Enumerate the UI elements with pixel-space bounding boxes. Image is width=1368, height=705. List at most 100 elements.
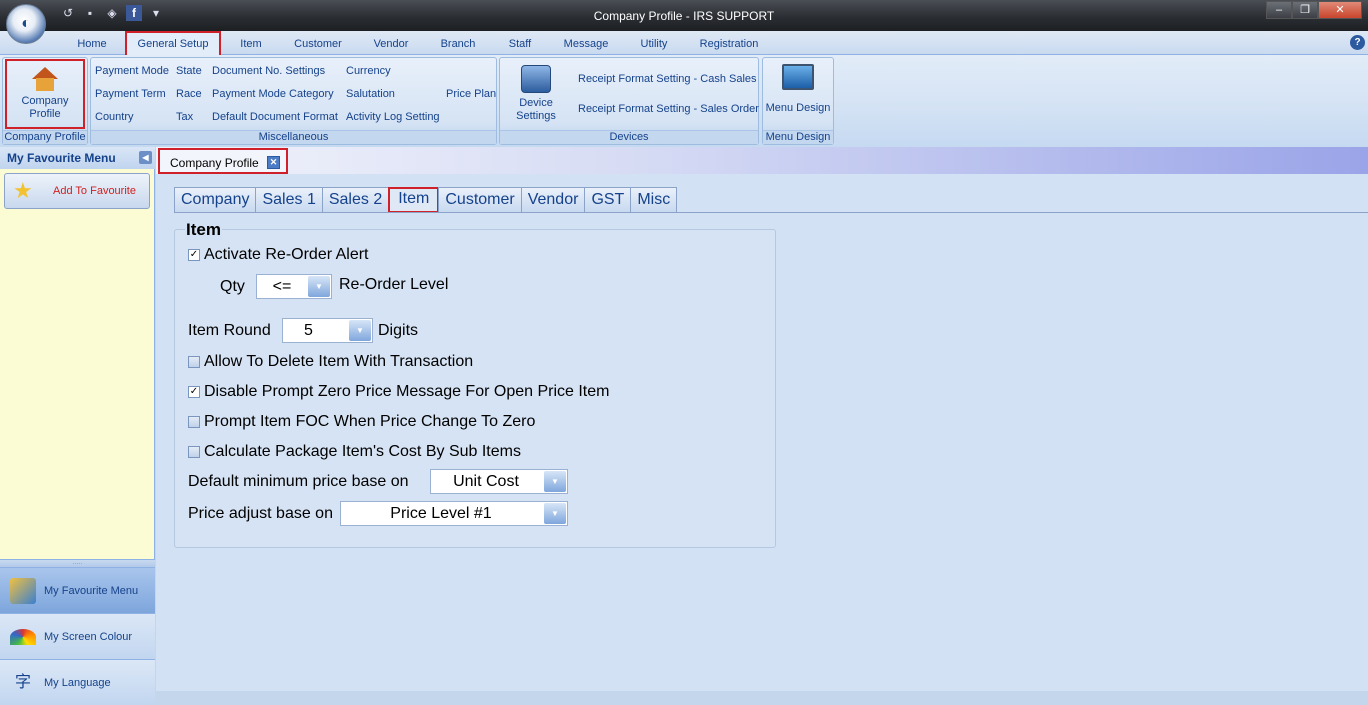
prompt-foc-row: Prompt Item FOC When Price Change To Zer… — [188, 413, 535, 431]
reorder-alert-checkbox[interactable]: ✓ — [188, 249, 200, 261]
tab-staff[interactable]: Staff — [500, 35, 540, 55]
item-round-value: 5 — [304, 322, 313, 339]
default-min-price-select[interactable]: Unit Cost ▼ — [430, 469, 568, 494]
group-label-menu-design: Menu Design — [763, 130, 833, 144]
qty-operator-select[interactable]: <= ▼ — [256, 274, 332, 299]
tab-home[interactable]: Home — [70, 35, 114, 55]
tab-divider — [174, 212, 1368, 213]
price-adjust-select[interactable]: Price Level #1 ▼ — [340, 501, 568, 526]
restore-button[interactable]: ❐ — [1292, 1, 1318, 19]
tab-item-settings[interactable]: Item — [388, 187, 440, 213]
tab-branch[interactable]: Branch — [433, 35, 483, 55]
default-min-price-label: Default minimum price base on — [188, 473, 409, 490]
receipt-format-sales-order-button[interactable]: Receipt Format Setting - Sales Order — [578, 103, 759, 115]
title-bar: ↺ ▪ ◈ f ▾ Company Profile - IRS SUPPORT … — [0, 0, 1368, 31]
tab-utility[interactable]: Utility — [632, 35, 676, 55]
company-profile-button[interactable]: Company Profile — [5, 59, 85, 129]
tab-misc[interactable]: Misc — [630, 187, 678, 213]
left-nav: ..... My Favourite Menu My Screen Colour… — [0, 559, 155, 705]
minimize-button[interactable]: – — [1266, 1, 1292, 19]
tab-company[interactable]: Company — [174, 187, 257, 213]
favourite-menu-icon — [10, 577, 36, 604]
item-panel-title: Item — [185, 220, 222, 240]
chevron-down-icon[interactable]: ▼ — [308, 276, 330, 297]
qty-label: Qty — [220, 278, 245, 295]
ribbon-tab-bar: Home General Setup Item Customer Vendor … — [0, 31, 1368, 55]
company-profile-label: Company Profile — [21, 95, 69, 120]
nav-my-screen-colour-label: My Screen Colour — [44, 630, 133, 643]
group-label-company-profile: Company Profile — [3, 130, 87, 144]
tab-general-setup[interactable]: General Setup — [125, 31, 221, 55]
tab-customer[interactable]: Customer — [285, 35, 351, 55]
splitter-grip[interactable]: ..... — [0, 559, 155, 567]
default-min-price-value: Unit Cost — [453, 473, 519, 490]
default-document-format-button[interactable]: Default Document Format — [212, 111, 338, 123]
add-to-favourite-button[interactable]: ★ Add To Favourite — [4, 173, 150, 209]
price-plan-button[interactable]: Price Plan — [446, 88, 496, 100]
nav-my-language[interactable]: 字 My Language — [0, 659, 155, 705]
ribbon: Company Profile Company Profile Payment … — [0, 55, 1368, 147]
nav-my-favourite-menu[interactable]: My Favourite Menu — [0, 567, 155, 613]
calc-package-checkbox[interactable] — [188, 446, 200, 458]
close-tab-icon[interactable]: ✕ — [267, 156, 280, 169]
payment-mode-button[interactable]: Payment Mode — [95, 65, 169, 77]
device-settings-icon — [521, 65, 551, 93]
company-profile-content: Company Sales 1 Sales 2 Item Customer Ve… — [156, 174, 1368, 691]
prompt-foc-label: Prompt Item FOC When Price Change To Zer… — [204, 413, 536, 430]
close-button[interactable]: ✕ — [1318, 1, 1362, 19]
price-adjust-label: Price adjust base on — [188, 505, 333, 522]
document-no-settings-button[interactable]: Document No. Settings — [212, 65, 325, 77]
allow-delete-label: Allow To Delete Item With Transaction — [204, 353, 474, 370]
country-button[interactable]: Country — [95, 111, 134, 123]
nav-my-favourite-menu-label: My Favourite Menu — [44, 584, 139, 597]
prompt-foc-checkbox[interactable] — [188, 416, 200, 428]
favourite-menu-header: My Favourite Menu ◀ — [0, 147, 155, 169]
receipt-format-cash-sales-button[interactable]: Receipt Format Setting - Cash Sales — [578, 73, 757, 85]
chevron-down-icon[interactable]: ▼ — [544, 503, 566, 524]
activity-log-setting-button[interactable]: Activity Log Setting — [346, 111, 440, 123]
tab-vendor-settings[interactable]: Vendor — [520, 187, 586, 213]
collapse-panel-icon[interactable]: ◀ — [139, 151, 152, 164]
device-settings-button[interactable]: Device Settings — [506, 62, 566, 128]
allow-delete-row: Allow To Delete Item With Transaction — [188, 353, 473, 371]
salutation-button[interactable]: Salutation — [346, 88, 395, 100]
tax-button[interactable]: Tax — [176, 111, 193, 123]
window-title: Company Profile - IRS SUPPORT — [593, 9, 775, 23]
tab-registration[interactable]: Registration — [694, 35, 764, 55]
doc-tab-label: Company Profile — [170, 156, 259, 170]
allow-delete-checkbox[interactable] — [188, 356, 200, 368]
calc-package-label: Calculate Package Item's Cost By Sub Ite… — [204, 443, 521, 460]
tab-sales-2[interactable]: Sales 2 — [321, 187, 390, 213]
group-devices: Device Settings Receipt Format Setting -… — [499, 57, 759, 145]
group-label-devices: Devices — [500, 130, 758, 144]
item-round-label: Item Round — [188, 322, 271, 339]
chevron-down-icon[interactable]: ▼ — [349, 320, 371, 341]
group-miscellaneous: Payment Mode Payment Term Country State … — [90, 57, 497, 145]
house-icon — [32, 67, 58, 91]
nav-my-screen-colour[interactable]: My Screen Colour — [0, 613, 155, 659]
tab-vendor[interactable]: Vendor — [366, 35, 416, 55]
reorder-alert-label: Activate Re-Order Alert — [204, 246, 369, 263]
tab-sales-1[interactable]: Sales 1 — [255, 187, 323, 213]
app-logo-button[interactable]: ◐ — [6, 4, 46, 44]
currency-button[interactable]: Currency — [346, 65, 391, 77]
tab-customer-settings[interactable]: Customer — [438, 187, 522, 213]
colour-palette-icon — [10, 628, 36, 645]
state-button[interactable]: State — [176, 65, 202, 77]
disable-prompt-zero-checkbox[interactable]: ✓ — [188, 386, 200, 398]
tab-item[interactable]: Item — [232, 35, 270, 55]
tab-gst[interactable]: GST — [584, 187, 632, 213]
race-button[interactable]: Race — [176, 88, 202, 100]
payment-term-button[interactable]: Payment Term — [95, 88, 166, 100]
language-icon: 字 — [14, 673, 31, 691]
help-icon[interactable]: ? — [1350, 35, 1365, 50]
payment-mode-category-button[interactable]: Payment Mode Category — [212, 88, 334, 100]
doc-tab-company-profile[interactable]: Company Profile ✕ — [158, 148, 288, 174]
item-round-select[interactable]: 5 ▼ — [282, 318, 373, 343]
favourite-menu-panel: My Favourite Menu ◀ ★ Add To Favourite .… — [0, 147, 155, 705]
menu-design-button[interactable]: Menu Design — [765, 62, 831, 128]
digits-label: Digits — [378, 322, 419, 339]
group-label-miscellaneous: Miscellaneous — [91, 130, 496, 144]
tab-message[interactable]: Message — [558, 35, 614, 55]
chevron-down-icon[interactable]: ▼ — [544, 471, 566, 492]
